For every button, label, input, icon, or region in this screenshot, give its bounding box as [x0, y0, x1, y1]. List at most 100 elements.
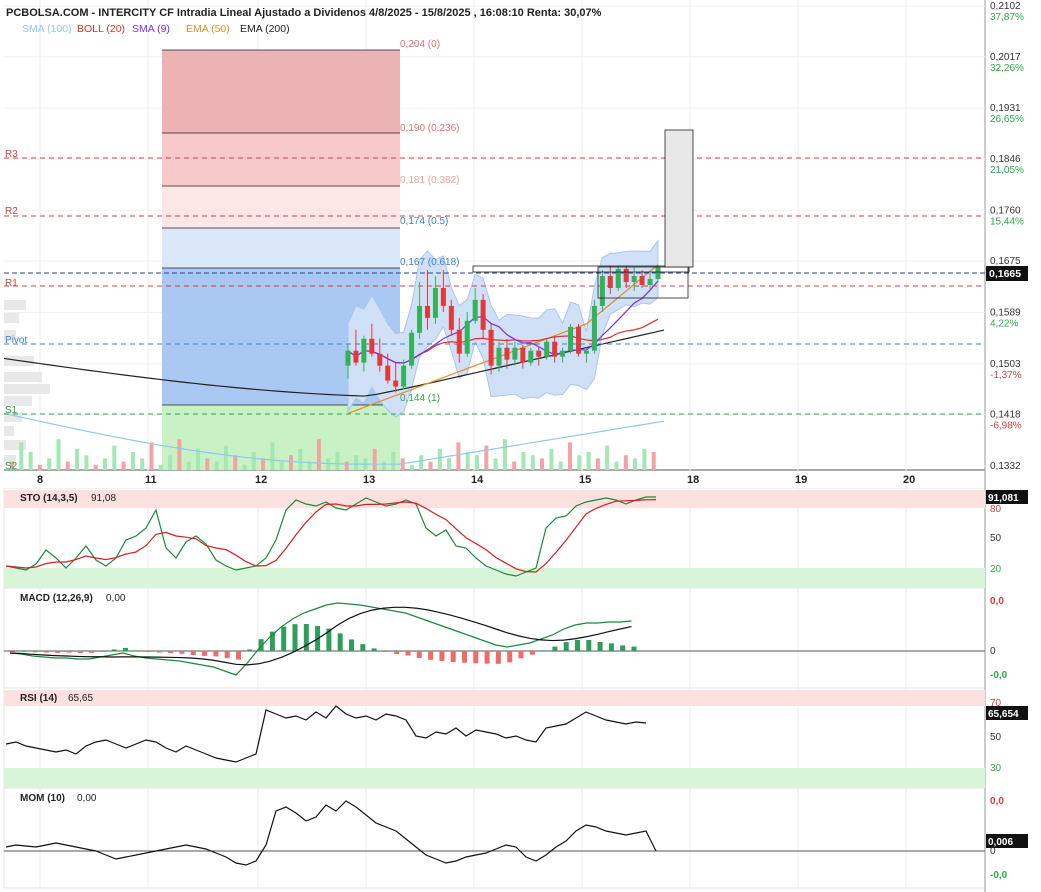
macd-histogram-bar: [168, 651, 174, 654]
fib-label-1: 0,144 (1): [400, 393, 440, 404]
macd-value: 0,00: [106, 593, 126, 604]
volume-bar: [391, 452, 396, 470]
candle-body: [639, 276, 645, 285]
macd-histogram-bar: [631, 646, 637, 651]
volume-bar: [84, 455, 89, 470]
macd-histogram-bar: [156, 651, 162, 653]
macd-histogram-bar: [111, 649, 117, 651]
volume-bar: [270, 442, 275, 470]
macd-histogram-bar: [371, 648, 377, 651]
volume-bar: [93, 464, 98, 470]
chart-title: PCBOLSA.COM - INTERCITY CF Intradia Line…: [6, 7, 602, 19]
candle-body: [369, 338, 375, 354]
candle-body: [464, 320, 470, 354]
candle-body: [353, 350, 359, 363]
rsi-overbought-zone: [4, 690, 985, 706]
legend: SMA (100) BOLL (20) SMA (9) EMA (50) EMA…: [22, 23, 290, 35]
macd-histogram-bar: [586, 639, 592, 651]
candle-body: [568, 326, 574, 351]
volume-bar: [223, 445, 228, 470]
volume-bar: [502, 439, 507, 470]
volume-profile-bar: [4, 426, 14, 436]
volume-bar: [140, 458, 145, 470]
volume-bar: [47, 458, 52, 470]
indicator-axis: 91,081 80 50 20 0,0 0 -0,0 70 65,654 50 …: [986, 490, 1028, 881]
macd-histogram-bar: [89, 651, 95, 653]
volume-bar: [633, 458, 638, 470]
candle-body: [623, 268, 629, 282]
x-tick-label: 14: [471, 474, 484, 486]
volume-bar: [428, 461, 433, 470]
fib-zone: [162, 186, 400, 228]
volume-profile-bar: [4, 313, 19, 323]
volume-bar: [354, 455, 359, 470]
macd-histogram-bar: [134, 650, 140, 652]
rsi-label: RSI (14): [20, 693, 57, 704]
candle-body: [528, 350, 534, 363]
macd-histogram-bar: [541, 650, 547, 652]
fib-label-0: 0,204 (0): [400, 39, 440, 50]
price-tick-label: 0,1418: [990, 410, 1021, 421]
macd-histogram-bar: [462, 651, 467, 663]
volume-bar: [530, 455, 535, 470]
macd-histogram-bar: [473, 651, 479, 664]
candle-body: [456, 329, 462, 354]
pivot-r3: R3: [5, 149, 18, 160]
volume-bar: [326, 458, 331, 470]
sto-level-80: 80: [990, 504, 1002, 515]
sto-last: 91,081: [988, 493, 1019, 504]
volume-bar: [289, 455, 293, 470]
volume-bar: [540, 458, 545, 470]
candle-body: [504, 347, 510, 360]
candle-body: [361, 338, 367, 363]
fib-zone: [162, 228, 400, 268]
volume-bar: [437, 448, 442, 470]
macd-histogram-bar: [21, 651, 27, 652]
fib-label-382: 0,181 (0.382): [400, 175, 460, 186]
pct-tick-label: 37,87%: [990, 12, 1024, 23]
macd-histogram-bar: [360, 644, 366, 651]
volume-bar: [56, 439, 61, 470]
macd-histogram-bar: [43, 651, 49, 653]
price-tick-label: 0,2102: [990, 1, 1021, 12]
volume-bar: [595, 458, 600, 470]
target-box: [664, 129, 694, 268]
volume-bar: [651, 452, 656, 470]
candle-body: [345, 350, 351, 366]
candle-body: [560, 350, 566, 357]
volume-bar: [568, 442, 572, 470]
x-tick-label: 18: [687, 474, 699, 486]
price-tick-label: 0,1846: [990, 154, 1021, 165]
volume-bar: [484, 445, 489, 470]
legend-sma100: SMA (100): [22, 23, 72, 35]
macd-histogram-bar: [608, 643, 614, 651]
candle-body: [401, 365, 407, 387]
pivot-s2: S2: [5, 461, 18, 472]
macd-histogram-bar: [349, 639, 354, 651]
fib-label-618: 0,167 (0.618): [400, 257, 460, 268]
macd-histogram-bar: [247, 649, 253, 651]
fib-zone: [162, 133, 400, 186]
candle-body: [417, 305, 423, 333]
price-tick-label: 0,1675: [990, 256, 1021, 267]
volume-bar: [233, 455, 238, 470]
sto-level-20: 20: [990, 564, 1002, 575]
candle-body: [409, 332, 415, 366]
price-tick-label: 0,2017: [990, 52, 1021, 63]
macd-histogram-bar: [394, 651, 400, 654]
macd-histogram-bar: [552, 646, 558, 651]
macd-histogram-bar: [597, 641, 603, 651]
fib-label-236: 0,190 (0.236): [400, 123, 460, 134]
x-tick-label: 13: [363, 474, 375, 486]
macd-histogram-bar: [428, 651, 434, 660]
sto-level-50: 50: [990, 533, 1002, 544]
candle-body: [432, 287, 438, 318]
stock-chart[interactable]: 0,210237,87% 0,201732,26% 0,193126,65% 0,18…: [0, 0, 1041, 892]
macd-level-bot: -0,0: [990, 670, 1008, 681]
volume-bar: [149, 442, 154, 470]
volume-bar: [419, 455, 424, 470]
macd-histogram-bar: [236, 651, 241, 660]
pct-tick-label: -6,98%: [990, 421, 1022, 432]
candle-body: [496, 347, 502, 366]
mom-level-mid: 0: [990, 846, 996, 857]
